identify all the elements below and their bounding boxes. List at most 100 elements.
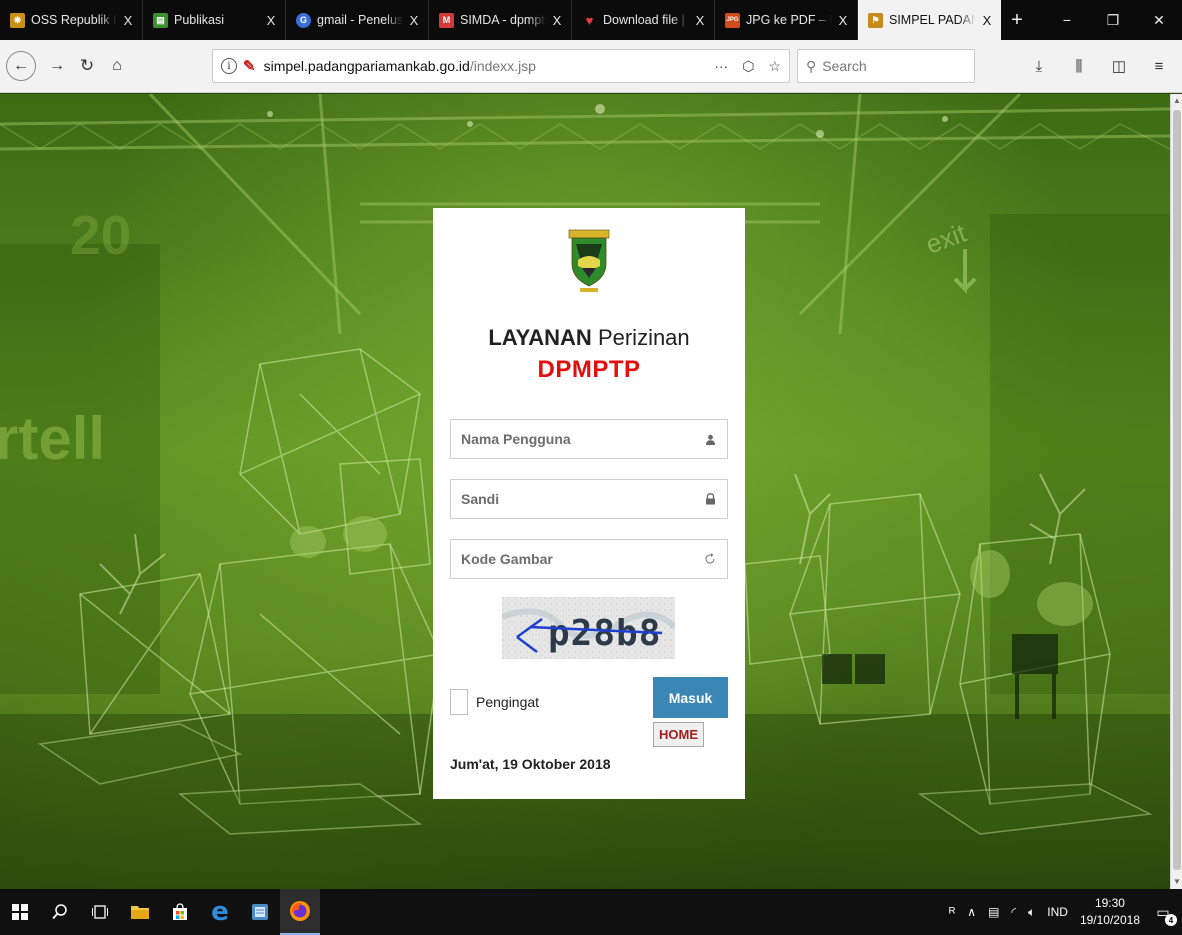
search-icon: ⚲ — [806, 57, 817, 74]
page-actions-icon[interactable]: ··· — [714, 58, 728, 75]
network-icon[interactable]: ▤ — [988, 905, 999, 919]
download-button[interactable]: ⤓ — [1024, 51, 1054, 81]
new-tab-button[interactable]: + — [1001, 0, 1033, 40]
taskbar-edge[interactable]: e — [200, 889, 240, 935]
menu-button[interactable]: ≡ — [1144, 51, 1174, 81]
username-field[interactable] — [450, 419, 728, 459]
login-card: LAYANAN Perizinan DPMPTP Nama Pengguna K… — [433, 208, 745, 799]
close-icon[interactable]: X — [835, 13, 851, 28]
clock-date: 19/10/2018 — [1079, 913, 1140, 927]
captcha-input[interactable] — [461, 551, 703, 567]
svg-text:20: 20 — [70, 204, 131, 266]
browser-tab-strip: ❋ OSS Republik Indon X ▤ Publikasi X G g… — [0, 0, 1182, 40]
system-clock[interactable]: 19:30 19/10/2018 — [1080, 895, 1140, 929]
padang-pariaman-emblem-icon — [568, 229, 610, 292]
tray-chevron-up-icon[interactable]: ∧ — [967, 905, 976, 919]
close-window-button[interactable]: ✕ — [1136, 0, 1182, 40]
tab-simda[interactable]: M SIMDA - dpmptp.pc X — [429, 0, 572, 40]
language-indicator[interactable]: IND — [1047, 905, 1068, 919]
close-icon[interactable]: X — [692, 13, 708, 28]
app-title: LAYANAN Perizinan — [433, 325, 745, 351]
tab-ilovepdf[interactable]: ♥ Download file | iLov X — [572, 0, 715, 40]
action-center-button[interactable]: ▭ 4 — [1152, 901, 1177, 926]
captcha-field[interactable] — [450, 539, 728, 579]
document-app-icon — [252, 904, 268, 920]
tab-title: OSS Republik Indon — [31, 13, 117, 27]
refresh-icon[interactable] — [703, 552, 717, 566]
page-scrollbar[interactable]: ▲ ▼ — [1170, 94, 1182, 889]
scroll-down-icon[interactable]: ▼ — [1171, 875, 1182, 889]
sidebar-icon: ◫ — [1111, 58, 1127, 75]
close-icon[interactable]: X — [120, 13, 136, 28]
tab-oss[interactable]: ❋ OSS Republik Indon X — [0, 0, 143, 40]
sidebar-button[interactable]: ◫ — [1104, 51, 1134, 81]
reload-icon: ↻ — [79, 56, 95, 75]
library-button[interactable]: ⫼ — [1064, 51, 1094, 81]
taskbar-search-button[interactable] — [40, 889, 80, 935]
url-domain: simpel.padangpariamankab.go.id — [263, 58, 470, 74]
scroll-up-icon[interactable]: ▲ — [1171, 94, 1182, 108]
tab-gmail-search[interactable]: G gmail - Penelusuran X — [286, 0, 429, 40]
tab-title: JPG ke PDF – Ubah — [746, 13, 832, 27]
heart-favicon-icon: ♥ — [585, 12, 594, 28]
simpel-favicon-icon: ⚑ — [868, 12, 883, 28]
maximize-button[interactable]: ❐ — [1090, 0, 1136, 40]
bookmark-star-icon[interactable]: ☆ — [768, 58, 781, 75]
firefox-icon — [290, 901, 310, 921]
volume-icon[interactable]: 🔈︎ — [1028, 905, 1035, 920]
minimize-button[interactable]: − — [1044, 0, 1090, 40]
back-button[interactable]: ← — [6, 51, 36, 81]
home-link-button[interactable]: HOME — [653, 722, 704, 747]
wifi-icon[interactable]: ◜ — [1011, 905, 1016, 919]
scrollbar-thumb[interactable] — [1173, 110, 1181, 870]
tab-simpel-active[interactable]: ⚑ SIMPEL PADANG P/ X — [858, 0, 1001, 40]
task-view-button[interactable] — [80, 889, 120, 935]
tab-jpg-to-pdf[interactable]: JPG JPG ke PDF – Ubah X — [715, 0, 858, 40]
windows-logo-icon — [12, 904, 28, 920]
search-box[interactable]: ⚲ Search — [797, 49, 975, 83]
forward-button[interactable]: → — [42, 51, 72, 81]
home-button[interactable]: ⌂ — [102, 51, 132, 81]
remember-me[interactable]: Pengingat — [450, 689, 539, 715]
captcha-text: p28b8 — [548, 613, 661, 654]
login-button[interactable]: Masuk — [653, 677, 728, 718]
start-button[interactable] — [0, 889, 40, 935]
notification-count: 4 — [1165, 914, 1177, 926]
close-icon[interactable]: X — [979, 13, 995, 28]
taskbar-file-explorer[interactable] — [120, 889, 160, 935]
system-tray: ᴿ ∧ ▤ ◜ 🔈︎ IND 19:30 19/10/2018 ▭ 4 — [949, 889, 1182, 935]
insecure-lock-icon[interactable]: ✎ — [243, 57, 256, 75]
publikasi-favicon-icon: ▤ — [153, 12, 168, 28]
close-icon[interactable]: X — [549, 13, 565, 28]
reload-button[interactable]: ↻ — [72, 51, 102, 81]
tab-title: gmail - Penelusuran — [317, 13, 403, 27]
browser-nav-bar: ← → ↻ ⌂ i ✎ simpel.padangpariamankab.go.… — [0, 40, 1182, 93]
address-bar[interactable]: i ✎ simpel.padangpariamankab.go.id/index… — [212, 49, 790, 83]
task-view-icon — [92, 905, 108, 919]
tab-title: Download file | iLov — [603, 13, 689, 27]
close-icon[interactable]: X — [406, 13, 422, 28]
arrow-left-icon: ← — [13, 57, 29, 74]
windows-taskbar: e ᴿ ∧ ▤ ◜ 🔈︎ IND 19:30 19/10/2018 ▭ 4 — [0, 889, 1182, 935]
password-field[interactable] — [450, 479, 728, 519]
info-icon[interactable]: i — [221, 58, 237, 74]
arrow-right-icon: → — [49, 57, 65, 74]
taskbar-store[interactable] — [160, 889, 200, 935]
taskbar-firefox[interactable] — [280, 889, 320, 935]
password-input[interactable] — [461, 491, 703, 507]
download-icon: ⤓ — [1035, 57, 1043, 75]
url-path: /indexx.jsp — [469, 58, 536, 74]
agency-name: DPMPTP — [537, 356, 641, 383]
taskbar-app[interactable] — [240, 889, 280, 935]
close-icon[interactable]: X — [263, 13, 279, 28]
svg-text:rtell: rtell — [0, 405, 105, 472]
username-input[interactable] — [461, 431, 703, 447]
tab-publikasi[interactable]: ▤ Publikasi X — [143, 0, 286, 40]
store-bag-icon — [173, 903, 187, 920]
remember-checkbox[interactable] — [450, 689, 468, 715]
pocket-icon[interactable]: ⬡ — [742, 58, 754, 75]
app-title-rest: Perizinan — [591, 325, 690, 350]
home-icon: ⌂ — [112, 57, 122, 74]
url-actions: ··· ⬡ ☆ — [714, 58, 781, 75]
people-icon[interactable]: ᴿ — [949, 904, 955, 920]
